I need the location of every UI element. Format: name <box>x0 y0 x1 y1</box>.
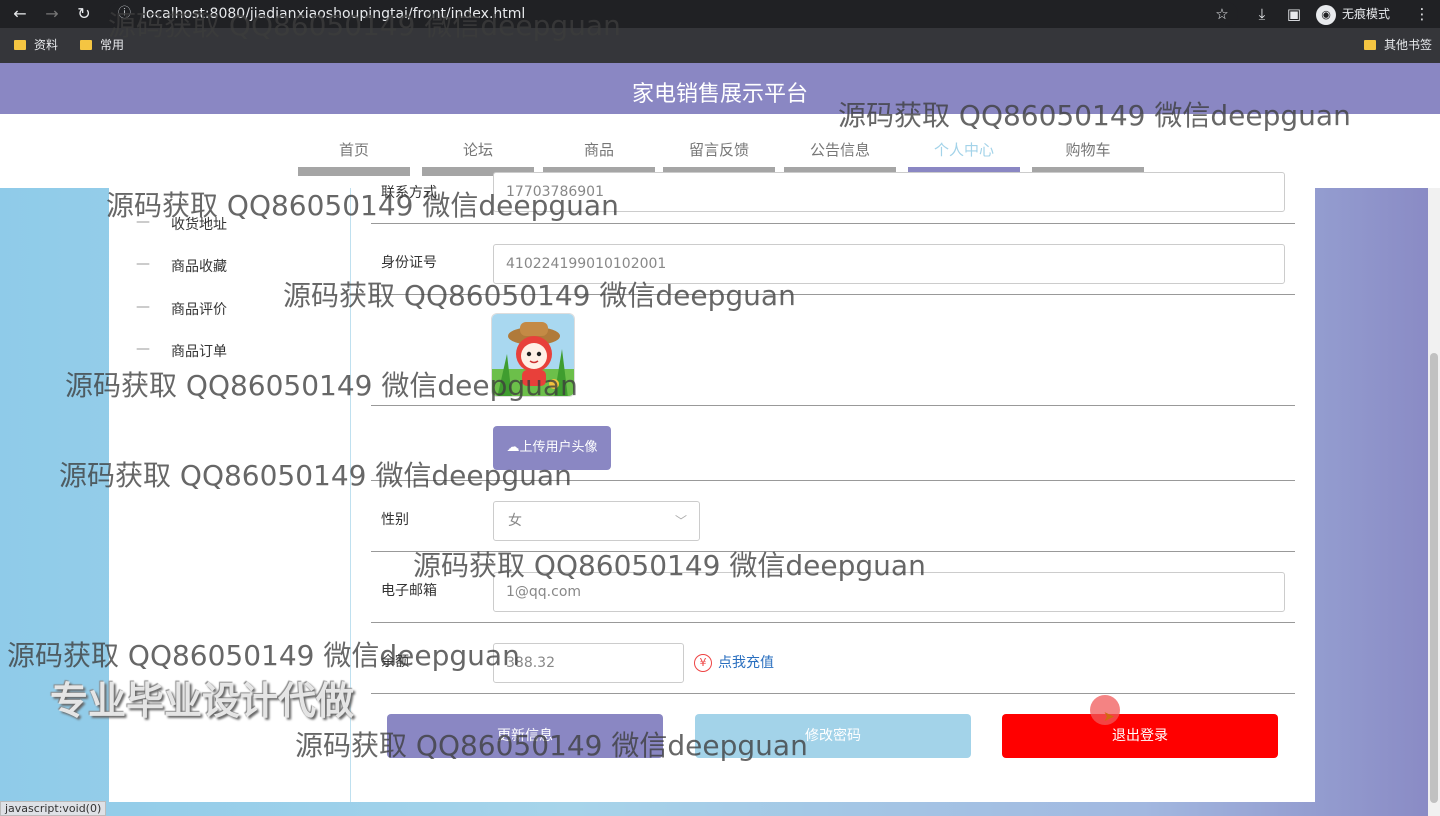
sidebar-item-reviews[interactable]: — 商品评价 <box>109 299 349 319</box>
star-icon[interactable]: ☆ <box>1212 4 1232 24</box>
idcard-label: 身份证号 <box>381 255 437 271</box>
bookmarks-bar: 资料 常用 其他书签 <box>0 28 1440 63</box>
watermark-big: 专业毕业设计代做 <box>50 679 355 723</box>
nav-forum[interactable]: 论坛 <box>422 114 534 176</box>
gender-label: 性别 <box>381 512 409 528</box>
reload-icon[interactable]: ↻ <box>74 4 94 24</box>
email-input[interactable]: 1@qq.com <box>493 572 1285 612</box>
sidebar-item-orders[interactable]: — 商品订单 <box>109 341 349 361</box>
recharge-link[interactable]: ¥ 点我充值 <box>694 652 774 674</box>
info-icon[interactable]: ⓘ <box>118 2 131 26</box>
gender-select[interactable]: 女 ﹀ <box>493 501 700 541</box>
forward-icon[interactable]: → <box>42 4 62 24</box>
change-password-button[interactable]: 修改密码 <box>695 714 971 758</box>
site-title: 家电销售展示平台 <box>631 82 808 107</box>
avatar <box>491 313 575 397</box>
url-text: localhost:8080/jiadianxiaoshoupingtai/fr… <box>142 6 526 22</box>
nav-cart[interactable]: 购物车 <box>1032 114 1144 176</box>
sidebar-item-address[interactable]: — 收货地址 <box>109 214 349 234</box>
bookmark-folder-other[interactable]: 其他书签 <box>1364 37 1432 53</box>
scroll-thumb[interactable] <box>1430 353 1438 803</box>
cursor-icon: ➤ <box>1103 709 1115 725</box>
address-bar[interactable]: ⓘ localhost:8080/jiadianxiaoshoupingtai/… <box>108 2 1238 26</box>
phone-label: 联系方式 <box>381 185 437 201</box>
phone-input[interactable]: 17703786901 <box>493 172 1285 212</box>
browser-toolbar: ← → ↻ ⓘ localhost:8080/jiadianxiaoshoupi… <box>0 0 1440 28</box>
chevron-down-icon: ﹀ <box>674 514 687 528</box>
incognito-icon: ◉ <box>1316 4 1336 25</box>
bookmark-folder-common[interactable]: 常用 <box>80 37 124 53</box>
idcard-input[interactable]: 410224199010102001 <box>493 244 1285 284</box>
bookmark-folder-resources[interactable]: 资料 <box>14 37 58 53</box>
sidebar-item-favorites[interactable]: — 商品收藏 <box>109 256 349 276</box>
update-info-button[interactable]: 更新信息 <box>387 714 663 758</box>
scrollbar[interactable] <box>1428 188 1440 816</box>
logout-button[interactable]: 退出登录 <box>1002 714 1278 758</box>
back-icon[interactable]: ← <box>10 4 30 24</box>
nav-feedback[interactable]: 留言反馈 <box>663 114 775 176</box>
folder-icon <box>1364 40 1376 50</box>
balance-input[interactable]: 388.32 <box>493 643 684 683</box>
upload-avatar-button[interactable]: ☁上传用户头像 <box>493 426 611 470</box>
nav-products[interactable]: 商品 <box>543 114 655 176</box>
sidepanel-icon[interactable]: ▣ <box>1284 4 1304 24</box>
incognito-badge[interactable]: ◉ 无痕模式 <box>1316 3 1390 25</box>
menu-icon[interactable]: ⋮ <box>1412 4 1432 24</box>
folder-icon <box>14 40 26 50</box>
nav-personal-center[interactable]: 个人中心 <box>908 114 1020 176</box>
balance-label: 余额 <box>381 654 409 670</box>
site-header: 家电销售展示平台 <box>0 63 1440 114</box>
nav-notices[interactable]: 公告信息 <box>784 114 896 176</box>
status-bar: javascript:void(0) <box>0 801 107 816</box>
cloud-upload-icon: ☁ <box>506 440 520 455</box>
yen-icon: ¥ <box>694 654 712 672</box>
nav-home[interactable]: 首页 <box>298 114 410 176</box>
download-icon[interactable]: ⤓ <box>1252 4 1272 24</box>
folder-icon <box>80 40 92 50</box>
email-label: 电子邮箱 <box>381 583 437 599</box>
